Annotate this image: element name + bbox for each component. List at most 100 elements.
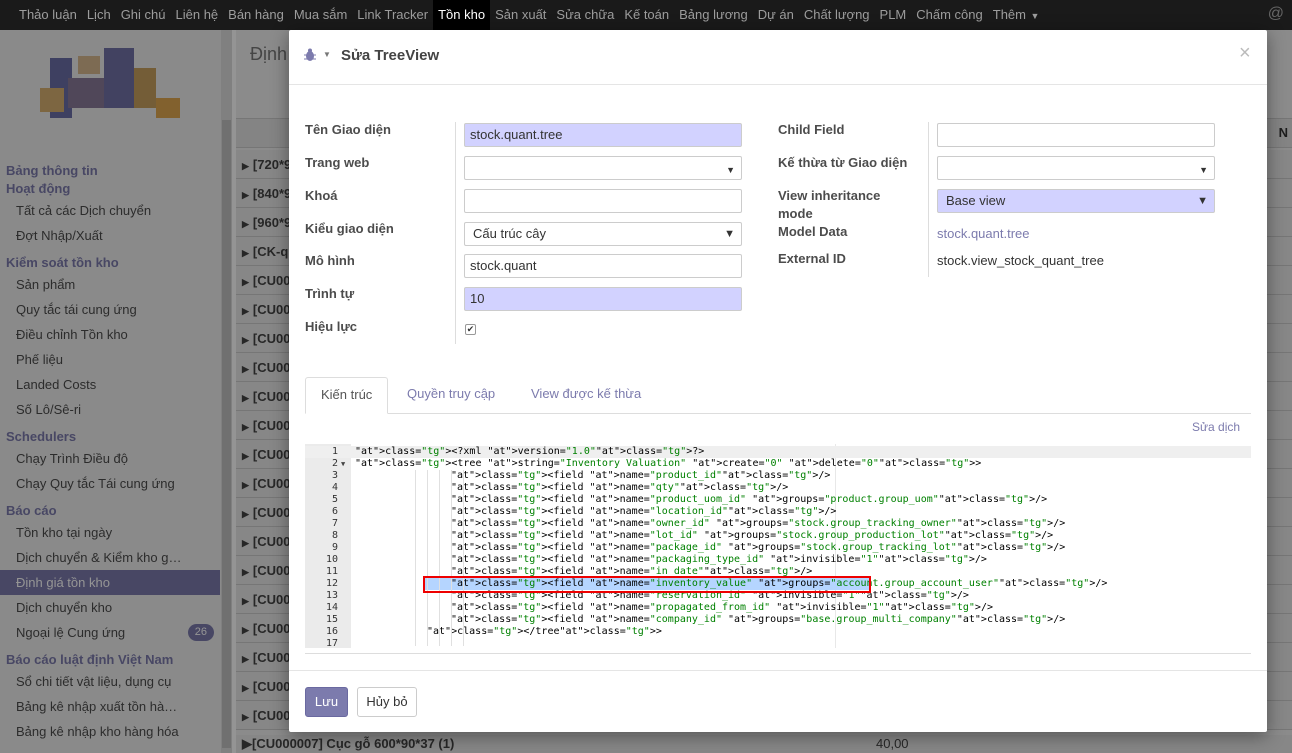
line-number: 4 bbox=[331, 482, 338, 493]
key-input[interactable] bbox=[464, 189, 742, 213]
nav-item-label: Chấm công bbox=[916, 7, 983, 22]
sequence-input[interactable]: 10 bbox=[464, 287, 742, 311]
indent-guide bbox=[451, 470, 452, 646]
nav-item[interactable]: Bán hàng bbox=[223, 0, 289, 30]
highlight-annotation-box bbox=[423, 576, 871, 593]
nav-item[interactable]: Kế toán bbox=[619, 0, 674, 30]
line-number: 5 bbox=[331, 494, 338, 505]
indent-guide bbox=[439, 470, 440, 646]
nav-item[interactable]: Chấm công bbox=[911, 0, 987, 30]
user-icon[interactable]: @ bbox=[1268, 5, 1284, 23]
code-text: "at">class="tg"><field "at">name="compan… bbox=[451, 614, 1066, 625]
close-icon[interactable]: × bbox=[1239, 42, 1251, 65]
top-navbar: Thảo luận Lịch Ghi chú Liên hệ Bán hàng Mua s… bbox=[0, 0, 1292, 30]
nav-item-label: Sản xuất bbox=[495, 7, 547, 22]
line-number: 10 bbox=[325, 554, 338, 565]
nav-item-label: Liên hệ bbox=[175, 7, 219, 22]
bug-icon[interactable] bbox=[304, 48, 316, 62]
nav-item[interactable]: Mua sắm bbox=[289, 0, 352, 30]
field-label-website: Trang web bbox=[305, 155, 370, 170]
child-field-input[interactable] bbox=[937, 123, 1215, 147]
cancel-button[interactable]: Hủy bỏ bbox=[357, 687, 417, 717]
dialog-footer: Lưu Hủy bỏ bbox=[289, 670, 1267, 732]
dialog-title: Sửa TreeView bbox=[341, 47, 440, 64]
line-number: 15 bbox=[325, 614, 338, 625]
notebook-tabs: Kiến trúc Quyền truy cập View được kế th… bbox=[305, 377, 1251, 414]
fold-icon[interactable]: ▼ bbox=[341, 458, 345, 470]
active-checkbox[interactable]: ✔ bbox=[465, 324, 476, 335]
nav-item-label: Link Tracker bbox=[357, 7, 429, 22]
model-data-link[interactable]: stock.quant.tree bbox=[937, 226, 1030, 241]
field-label-view-type: Kiểu giao diện bbox=[305, 221, 394, 236]
line-number: 2 bbox=[331, 458, 338, 469]
nav-item-label: Kế toán bbox=[624, 7, 670, 22]
view-type-select[interactable]: Cấu trúc cây ▼ bbox=[464, 222, 742, 246]
code-line: 5 "at">class="tg"><field "at">name="produ… bbox=[305, 494, 1251, 506]
code-text: "at">class="tg"><field "at">name="qty""a… bbox=[451, 482, 789, 493]
nav-item[interactable]: Thêm ▼ bbox=[988, 0, 1045, 30]
inherit-view-select[interactable]: ▼ bbox=[937, 156, 1215, 180]
code-line: 15 "at">class="tg"><field "at">name="comp… bbox=[305, 614, 1251, 626]
field-label-external-id: External ID bbox=[778, 251, 846, 266]
nav-item-label: Thêm bbox=[992, 7, 1026, 22]
nav-item[interactable]: Chất lượng bbox=[799, 0, 875, 30]
save-button[interactable]: Lưu bbox=[305, 687, 348, 717]
dialog-header: ▼ Sửa TreeView × bbox=[289, 30, 1267, 85]
line-number: 13 bbox=[325, 590, 338, 601]
field-label-sequence: Trình tự bbox=[305, 286, 355, 301]
code-line: 8 "at">class="tg"><field "at">name="lot_i… bbox=[305, 530, 1251, 542]
chevron-down-icon[interactable]: ▼ bbox=[1199, 162, 1208, 178]
code-text: "at">class="tg"><field "at">name="propag… bbox=[451, 602, 993, 613]
edit-translation-link[interactable]: Sửa dịch bbox=[1192, 420, 1240, 434]
field-label-inherit-view: Kế thừa từ Giao diện bbox=[778, 155, 908, 170]
code-line: 3 "at">class="tg"><field "at">name="produ… bbox=[305, 470, 1251, 482]
tab-architecture[interactable]: Kiến trúc bbox=[305, 377, 389, 414]
code-text: "at">class="tg"><field "at">name="produc… bbox=[451, 494, 1048, 505]
code-line: 10 "at">class="tg"><field "at">name="pack… bbox=[305, 554, 1251, 566]
tab-inherited-views[interactable]: View được kế thừa bbox=[516, 377, 656, 414]
nav-item[interactable]: Sản xuất bbox=[490, 0, 551, 30]
code-line: 14 "at">class="tg"><field "at">name="prop… bbox=[305, 602, 1251, 614]
indent-guide bbox=[415, 470, 416, 646]
chevron-down-icon[interactable]: ▼ bbox=[1197, 193, 1208, 209]
nav-item[interactable]: Liên hệ bbox=[171, 0, 224, 30]
nav-item[interactable]: Thảo luận bbox=[14, 0, 82, 30]
nav-item[interactable]: Tồn kho bbox=[433, 0, 491, 30]
code-editor[interactable]: 1 "at">class="tg"><?xml "at">version="1.0… bbox=[305, 444, 1251, 649]
code-text: "at">class="tg"><?xml "at">version="1.0"… bbox=[355, 446, 705, 457]
view-name-input[interactable]: stock.quant.tree bbox=[464, 123, 742, 147]
model-input[interactable]: stock.quant bbox=[464, 254, 742, 278]
nav-item[interactable]: Sửa chữa bbox=[551, 0, 619, 30]
nav-item[interactable]: Link Tracker bbox=[352, 0, 433, 30]
external-id-value: stock.view_stock_quant_tree bbox=[937, 253, 1104, 268]
website-select[interactable]: ▼ bbox=[464, 156, 742, 180]
nav-item-label: Bán hàng bbox=[228, 7, 284, 22]
code-line: 2 ▼ "at">class="tg"><tree "at">string="Inv… bbox=[305, 458, 1251, 470]
nav-item[interactable]: PLM bbox=[875, 0, 912, 30]
line-number: 16 bbox=[325, 626, 338, 637]
line-number: 12 bbox=[325, 578, 338, 589]
nav-item[interactable]: Dự án bbox=[753, 0, 799, 30]
chevron-down-icon[interactable]: ▼ bbox=[323, 50, 331, 59]
chevron-down-icon: ▼ bbox=[1027, 11, 1040, 21]
code-text: "at">class="tg"><field "at">name="produc… bbox=[451, 470, 831, 481]
code-text: "at">class="tg"><field "at">name="lot_id… bbox=[451, 530, 1054, 541]
code-line: 16"at">class="tg"></tree"at">class="tg">… bbox=[305, 626, 1251, 638]
code-text: "at">class="tg"><field "at">name="locati… bbox=[451, 506, 837, 517]
nav-item[interactable]: Lịch bbox=[82, 0, 116, 30]
nav-item[interactable]: Bảng lương bbox=[674, 0, 753, 30]
line-number: 14 bbox=[325, 602, 338, 613]
line-number: 6 bbox=[331, 506, 338, 517]
tab-access-rights[interactable]: Quyền truy cập bbox=[392, 377, 510, 414]
field-label-inheritance-mode: View inheritance mode bbox=[778, 188, 881, 221]
field-label-key: Khoá bbox=[305, 188, 338, 203]
line-number: 7 bbox=[331, 518, 338, 529]
chevron-down-icon[interactable]: ▼ bbox=[724, 226, 735, 242]
inheritance-mode-select[interactable]: Base view ▼ bbox=[937, 189, 1215, 213]
nav-item-label: Lịch bbox=[86, 7, 111, 22]
nav-item-label: Thảo luận bbox=[19, 7, 77, 22]
line-number: 17 bbox=[325, 638, 338, 649]
nav-item-label: Chất lượng bbox=[803, 7, 870, 22]
nav-item[interactable]: Ghi chú bbox=[116, 0, 171, 30]
chevron-down-icon[interactable]: ▼ bbox=[726, 162, 735, 178]
